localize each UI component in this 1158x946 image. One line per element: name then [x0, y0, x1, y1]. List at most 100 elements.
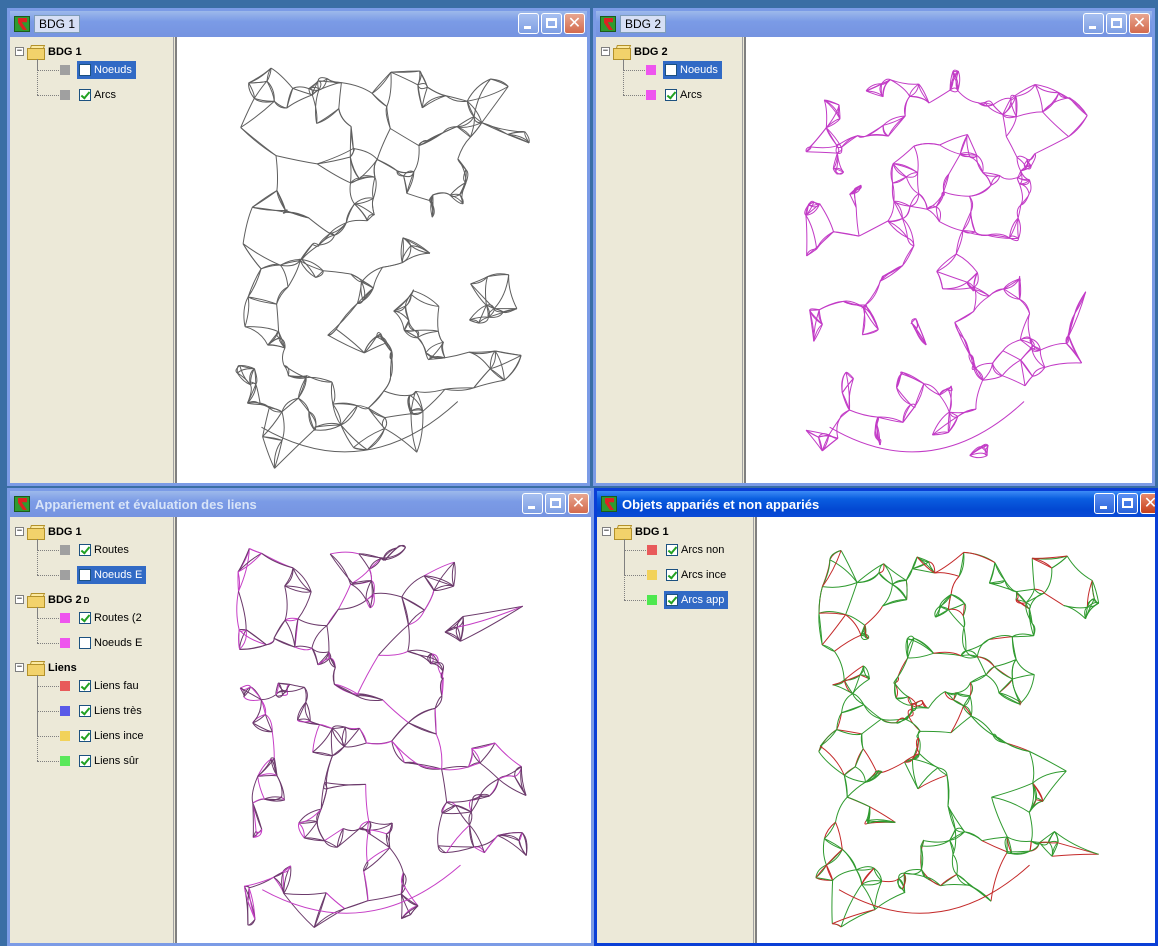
- close-icon[interactable]: ✕: [564, 13, 585, 34]
- tree-connector: [37, 575, 59, 576]
- tree-group-bdg-1[interactable]: BDG 1: [27, 523, 82, 541]
- collapse-toggle-icon[interactable]: −: [15, 663, 24, 672]
- layer-color-swatch: [646, 65, 656, 75]
- tree-layer-item[interactable]: Liens sûr: [60, 752, 139, 770]
- title-bar[interactable]: BDG 2 ✕: [596, 11, 1152, 37]
- close-icon[interactable]: ✕: [568, 493, 589, 514]
- collapse-toggle-icon[interactable]: −: [15, 527, 24, 536]
- tree-layer-item[interactable]: Noeuds E: [60, 566, 147, 584]
- tree-layer-item[interactable]: Liens ince: [60, 727, 144, 745]
- map-canvas[interactable]: [175, 517, 591, 943]
- tree-layer-item[interactable]: Noeuds E: [60, 634, 142, 652]
- layer-label-wrap[interactable]: Routes: [77, 541, 129, 559]
- folder-icon: [27, 661, 46, 676]
- visibility-checkbox[interactable]: [665, 89, 677, 101]
- tree-connector: [37, 711, 59, 712]
- window-objets-apparies[interactable]: Objets appariés et non appariés ✕ − BDG 1…: [594, 488, 1158, 946]
- maximize-icon[interactable]: [1106, 13, 1127, 34]
- visibility-checkbox[interactable]: [79, 612, 91, 624]
- layer-label-wrap[interactable]: Noeuds: [77, 61, 136, 79]
- tree-connector: [37, 70, 59, 71]
- tree-layer-item[interactable]: Liens très: [60, 702, 142, 720]
- layer-label-wrap[interactable]: Liens ince: [77, 727, 144, 745]
- collapse-toggle-icon[interactable]: −: [15, 595, 24, 604]
- maximize-icon[interactable]: [541, 13, 562, 34]
- title-bar[interactable]: BDG 1 ✕: [10, 11, 587, 37]
- window-bdg1[interactable]: BDG 1 ✕ − BDG 1 Noeuds Arcs: [7, 8, 590, 486]
- visibility-checkbox[interactable]: [79, 705, 91, 717]
- layer-color-swatch: [60, 613, 70, 623]
- layer-color-swatch: [60, 681, 70, 691]
- visibility-checkbox[interactable]: [79, 64, 91, 76]
- visibility-checkbox[interactable]: [79, 637, 91, 649]
- visibility-checkbox[interactable]: [79, 730, 91, 742]
- minimize-icon[interactable]: [522, 493, 543, 514]
- map-canvas[interactable]: [175, 37, 587, 483]
- folder-icon: [613, 45, 632, 60]
- tree-layer-item[interactable]: Arcs: [646, 86, 702, 104]
- visibility-checkbox[interactable]: [665, 64, 677, 76]
- tree-layer-item[interactable]: Routes: [60, 541, 129, 559]
- visibility-checkbox[interactable]: [79, 680, 91, 692]
- window-appariement[interactable]: Appariement et évaluation des liens ✕ − B…: [7, 488, 594, 946]
- group-superscript: D: [83, 595, 90, 605]
- tree-layer-item[interactable]: Arcs non: [647, 541, 724, 559]
- road-segments: [804, 69, 1088, 459]
- collapse-toggle-icon[interactable]: −: [15, 47, 24, 56]
- layer-label-wrap[interactable]: Arcs ince: [664, 566, 726, 584]
- window-title: Objets appariés et non appariés: [622, 496, 820, 512]
- tree-layer-item[interactable]: Arcs: [60, 86, 116, 104]
- visibility-checkbox[interactable]: [79, 89, 91, 101]
- title-bar[interactable]: Appariement et évaluation des liens ✕: [10, 491, 591, 517]
- minimize-icon[interactable]: [518, 13, 539, 34]
- group-label: BDG 1: [635, 526, 669, 538]
- visibility-checkbox[interactable]: [79, 755, 91, 767]
- layer-label: Routes: [94, 544, 129, 556]
- collapse-toggle-icon[interactable]: −: [602, 527, 611, 536]
- tree-layer-item[interactable]: Noeuds: [60, 61, 136, 79]
- layer-label-wrap[interactable]: Arcs app: [664, 591, 729, 609]
- title-bar[interactable]: Objets appariés et non appariés ✕: [597, 491, 1155, 517]
- layer-label-wrap[interactable]: Arcs non: [664, 541, 724, 559]
- tree-connector: [624, 600, 646, 601]
- layer-label-wrap[interactable]: Arcs: [77, 86, 116, 104]
- tree-group-liens[interactable]: Liens: [27, 659, 77, 677]
- tree-layer-item[interactable]: Routes (2: [60, 609, 142, 627]
- tree-group-bdg-2[interactable]: BDG 2: [613, 43, 668, 61]
- tree-layer-item[interactable]: Liens fau: [60, 677, 139, 695]
- close-icon[interactable]: ✕: [1129, 13, 1150, 34]
- tree-group-bdg-1[interactable]: BDG 1: [27, 43, 82, 61]
- tree-layer-item[interactable]: Arcs app: [647, 591, 729, 609]
- tree-layer-item[interactable]: Arcs ince: [647, 566, 726, 584]
- layer-label-wrap[interactable]: Arcs: [663, 86, 702, 104]
- layer-label-wrap[interactable]: Liens sûr: [77, 752, 139, 770]
- road-network-map: [815, 550, 1100, 928]
- map-canvas[interactable]: [755, 517, 1155, 943]
- tree-group-bdg-1[interactable]: BDG 1: [614, 523, 669, 541]
- visibility-checkbox[interactable]: [79, 544, 91, 556]
- tree-layer-item[interactable]: Noeuds: [646, 61, 722, 79]
- folder-icon: [27, 45, 46, 60]
- map-canvas[interactable]: [744, 37, 1152, 483]
- layer-label-wrap[interactable]: Noeuds: [663, 61, 722, 79]
- road-network-map: [804, 69, 1088, 459]
- layer-label-wrap[interactable]: Liens très: [77, 702, 142, 720]
- layer-label-wrap[interactable]: Noeuds E: [77, 566, 147, 584]
- window-bdg2[interactable]: BDG 2 ✕ − BDG 2 Noeuds Arcs: [593, 8, 1155, 486]
- tree-connector: [37, 643, 59, 644]
- visibility-checkbox[interactable]: [79, 569, 91, 581]
- visibility-checkbox[interactable]: [666, 544, 678, 556]
- collapse-toggle-icon[interactable]: −: [601, 47, 610, 56]
- visibility-checkbox[interactable]: [666, 569, 678, 581]
- minimize-icon[interactable]: [1083, 13, 1104, 34]
- maximize-icon[interactable]: [545, 493, 566, 514]
- maximize-icon[interactable]: [1117, 493, 1138, 514]
- layer-label-wrap[interactable]: Noeuds E: [77, 634, 142, 652]
- layer-label-wrap[interactable]: Routes (2: [77, 609, 142, 627]
- close-icon[interactable]: ✕: [1140, 493, 1155, 514]
- layer-label: Liens très: [94, 705, 142, 717]
- visibility-checkbox[interactable]: [666, 594, 678, 606]
- layer-label: Arcs non: [681, 544, 725, 556]
- minimize-icon[interactable]: [1094, 493, 1115, 514]
- layer-label-wrap[interactable]: Liens fau: [77, 677, 139, 695]
